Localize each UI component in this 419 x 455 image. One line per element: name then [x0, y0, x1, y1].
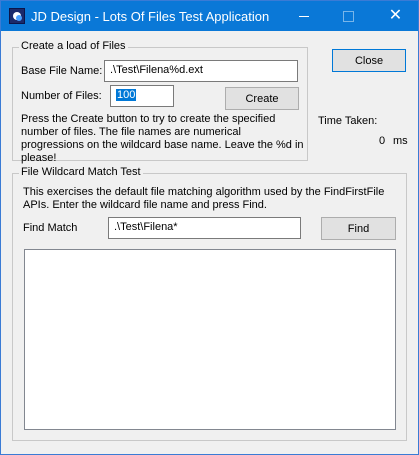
- close-button-label: Close: [354, 54, 384, 67]
- find-match-label: Find Match: [23, 222, 78, 234]
- create-button-label: Create: [245, 92, 279, 105]
- create-files-group: Create a load of Files Base File Name: .…: [12, 40, 308, 164]
- close-icon: ✕: [388, 7, 403, 24]
- find-button[interactable]: Find: [321, 217, 396, 240]
- base-file-name-label: Base File Name:: [21, 65, 103, 77]
- wildcard-match-group: File Wildcard Match Test This exercises …: [12, 166, 407, 441]
- results-listbox[interactable]: [24, 249, 396, 430]
- window-title: JD Design - Lots Of Files Test Applicati…: [31, 9, 270, 24]
- number-of-files-label: Number of Files:: [21, 90, 102, 102]
- app-window: JD Design - Lots Of Files Test Applicati…: [0, 0, 419, 455]
- create-description: Press the Create button to try to create…: [21, 113, 304, 164]
- time-taken-label: Time Taken:: [318, 115, 378, 127]
- minimize-button[interactable]: [281, 1, 326, 31]
- close-window-button[interactable]: ✕: [373, 1, 418, 31]
- find-match-value: .\Test\Filena*: [114, 221, 178, 233]
- base-file-name-input[interactable]: .\Test\Filena%d.ext: [104, 60, 298, 82]
- close-button[interactable]: Close: [332, 49, 406, 72]
- maximize-button[interactable]: [326, 1, 371, 31]
- match-description: This exercises the default file matching…: [23, 186, 385, 211]
- minimize-icon: [298, 15, 309, 17]
- find-match-input[interactable]: .\Test\Filena*: [108, 217, 301, 239]
- find-button-label: Find: [347, 222, 370, 235]
- time-taken-value: 0: [379, 135, 386, 147]
- create-files-group-label: Create a load of Files: [19, 40, 128, 52]
- create-button[interactable]: Create: [225, 87, 299, 110]
- title-bar[interactable]: JD Design - Lots Of Files Test Applicati…: [1, 1, 418, 31]
- time-taken-unit: ms: [393, 135, 408, 147]
- base-file-name-value: .\Test\Filena%d.ext: [110, 64, 203, 76]
- maximize-icon: [343, 10, 354, 22]
- app-icon[interactable]: [9, 8, 25, 24]
- number-of-files-input[interactable]: 100: [110, 85, 174, 107]
- wildcard-match-group-label: File Wildcard Match Test: [19, 166, 143, 178]
- number-of-files-value: 100: [116, 89, 137, 101]
